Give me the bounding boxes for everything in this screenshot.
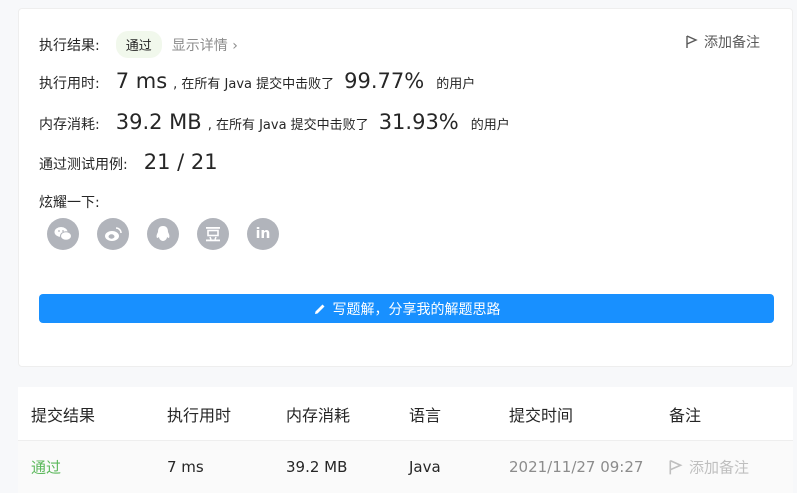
linkedin-icon[interactable]: in [247, 218, 279, 250]
result-label: 执行结果: [39, 37, 100, 54]
row-submit-time: 2021/11/27 09:27 [509, 458, 644, 476]
qq-icon[interactable] [147, 218, 179, 250]
runtime-mid-text: , 在所有 Java 提交中击败了 [173, 77, 335, 92]
write-solution-label: 写题解，分享我的解题思路 [332, 301, 501, 318]
memory-row: 内存消耗: 39.2 MB , 在所有 Java 提交中击败了 31.93% 的… [39, 110, 510, 134]
weibo-icon[interactable] [97, 218, 129, 250]
write-solution-button[interactable]: 写题解，分享我的解题思路 [39, 294, 774, 323]
runtime-percent: 99.77% [344, 69, 425, 93]
douban-icon[interactable] [197, 218, 229, 250]
header-note: 备注 [669, 405, 702, 425]
result-badge: 通过 [115, 31, 162, 58]
header-status: 提交结果 [31, 405, 96, 425]
show-details-link[interactable]: 显示详情 › [172, 35, 238, 55]
wechat-icon[interactable] [47, 218, 79, 250]
memory-mid-text: , 在所有 Java 提交中击败了 [207, 118, 369, 133]
submission-table: 提交结果 执行用时 内存消耗 语言 提交时间 备注 通过 7 ms 39.2 M… [18, 387, 793, 493]
chevron-right-icon: › [232, 37, 238, 54]
memory-value: 39.2 MB [115, 110, 202, 134]
table-row: 通过 7 ms 39.2 MB Java 2021/11/27 09:27 添加… [18, 441, 793, 493]
tests-value: 21 / 21 [143, 150, 218, 174]
pencil-icon [314, 304, 324, 314]
submission-summary-card: 执行结果: 通过 显示详情 › 添加备注 执行用时: 7 ms , 在所有 Ja… [18, 8, 793, 367]
add-note-button[interactable]: 添加备注 [686, 32, 760, 52]
row-add-note-label: 添加备注 [689, 458, 750, 477]
add-note-label: 添加备注 [704, 35, 760, 51]
result-row: 执行结果: 通过 显示详情 › [39, 31, 238, 58]
tests-row: 通过测试用例: 21 / 21 [39, 150, 218, 174]
row-status-link[interactable]: 通过 [31, 457, 61, 478]
share-label: 炫耀一下: [39, 195, 100, 211]
flag-icon [686, 35, 698, 48]
runtime-suffix: 的用户 [436, 77, 476, 92]
show-details-label: 显示详情 [171, 37, 228, 54]
row-language: Java [409, 458, 441, 476]
header-submit-time: 提交时间 [509, 405, 574, 425]
header-memory: 内存消耗 [286, 405, 351, 425]
flag-icon [669, 459, 683, 474]
row-add-note-button[interactable]: 添加备注 [669, 457, 749, 478]
memory-percent: 31.93% [378, 110, 459, 134]
row-runtime: 7 ms [167, 458, 204, 476]
runtime-value: 7 ms [115, 69, 168, 93]
row-memory: 39.2 MB [286, 458, 348, 476]
memory-label: 内存消耗: [39, 117, 100, 133]
linkedin-glyph: in [255, 226, 271, 242]
tests-label: 通过测试用例: [39, 157, 128, 173]
header-runtime: 执行用时 [167, 405, 232, 425]
douban-glyph [206, 227, 220, 242]
header-language: 语言 [409, 405, 442, 425]
share-buttons: in [47, 218, 279, 250]
runtime-label: 执行用时: [39, 76, 100, 92]
table-header: 提交结果 执行用时 内存消耗 语言 提交时间 备注 [18, 387, 793, 441]
runtime-row: 执行用时: 7 ms , 在所有 Java 提交中击败了 99.77% 的用户 [39, 69, 475, 93]
qq-glyph [156, 226, 170, 241]
wechat-glyph [54, 227, 72, 241]
memory-suffix: 的用户 [470, 118, 510, 133]
weibo-glyph [105, 227, 122, 241]
